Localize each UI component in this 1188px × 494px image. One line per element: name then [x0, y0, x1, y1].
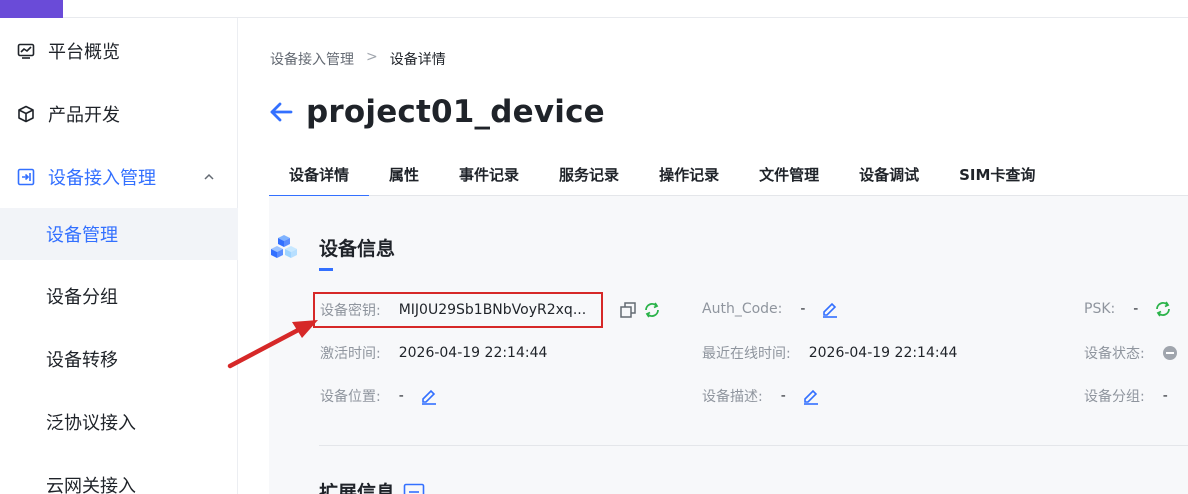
main-content: 设备接入管理 > 设备详情 project01_device 设备详情 属性 事… [239, 18, 1188, 494]
refresh-icon[interactable] [643, 301, 661, 319]
expand-icon[interactable] [403, 483, 425, 494]
section-underline [319, 268, 333, 271]
activation-time-label: 激活时间: [320, 346, 381, 362]
field-last-online: 最近在线时间: 2026-04-19 22:14:44 [702, 343, 957, 363]
field-auth-code: Auth_Code: - [702, 300, 839, 318]
copy-icon[interactable] [619, 301, 637, 319]
device-info-panel: 设备信息 设备密钥: MIJ0U29Sb1BNbVoyR2xq... Auth_… [269, 196, 1188, 494]
field-psk: PSK: - [1084, 300, 1172, 318]
tab-service-records[interactable]: 服务记录 [539, 156, 639, 196]
sidebar-subitem-label: 设备管理 [46, 225, 118, 246]
sidebar-subitem-label: 设备转移 [46, 350, 118, 371]
auth-code-label: Auth_Code: [702, 301, 783, 317]
status-offline-icon [1162, 346, 1177, 360]
section-divider [319, 445, 1188, 446]
sidebar-subitem-cloud-gateway[interactable]: 云网关接入 [0, 459, 238, 494]
sidebar-item-label: 设备接入管理 [48, 168, 156, 189]
field-device-status: 设备状态: [1084, 343, 1177, 363]
breadcrumb: 设备接入管理 > 设备详情 [270, 49, 446, 69]
device-group-value: - [1162, 388, 1168, 404]
sidebar-item-label: 平台概览 [48, 42, 120, 63]
sidebar: 平台概览 产品开发 设备接入管理 设备管理 设备分组 设备转移 泛协议接入 云网… [0, 18, 238, 494]
ext-info-title-text: 扩展信息 [319, 482, 396, 494]
device-description-value: - [780, 388, 786, 404]
tab-operation-records[interactable]: 操作记录 [639, 156, 739, 196]
page-title: project01_device [306, 94, 605, 130]
device-secret-label: 设备密钥: [320, 303, 381, 319]
last-online-value: 2026-04-19 22:14:44 [808, 345, 958, 361]
section-title-ext-info: 扩展信息 [319, 478, 425, 494]
edit-icon[interactable] [802, 387, 820, 405]
sidebar-subitem-generic-protocol[interactable]: 泛协议接入 [0, 396, 238, 448]
psk-label: PSK: [1084, 301, 1116, 317]
chart-line-icon [16, 41, 36, 61]
edit-icon[interactable] [821, 300, 839, 318]
device-group-label: 设备分组: [1084, 389, 1145, 405]
sidebar-subitem-device-transfer[interactable]: 设备转移 [0, 333, 238, 385]
field-activation-time: 激活时间: 2026-04-19 22:14:44 [320, 343, 547, 363]
edit-icon[interactable] [420, 387, 438, 405]
breadcrumb-parent[interactable]: 设备接入管理 [270, 49, 354, 69]
device-secret-value: MIJ0U29Sb1BNbVoyR2xq... [398, 302, 587, 318]
sidebar-subitem-label: 云网关接入 [46, 476, 136, 494]
sidebar-item-device-access[interactable]: 设备接入管理 [0, 151, 238, 203]
cubes-icon [269, 233, 299, 263]
back-arrow-icon[interactable] [268, 99, 294, 125]
field-device-location: 设备位置: - [320, 386, 438, 406]
refresh-icon[interactable] [1154, 300, 1172, 318]
field-device-group: 设备分组: - [1084, 386, 1168, 406]
field-device-description: 设备描述: - [702, 386, 820, 406]
auth-code-value: - [800, 301, 806, 317]
brand-logo-block[interactable] [0, 0, 63, 18]
title-row: project01_device [268, 94, 605, 130]
activation-time-value: 2026-04-19 22:14:44 [398, 345, 548, 361]
device-access-icon [16, 167, 36, 187]
tab-device-debug[interactable]: 设备调试 [839, 156, 939, 196]
sidebar-item-overview[interactable]: 平台概览 [0, 25, 238, 77]
last-online-label: 最近在线时间: [702, 346, 791, 362]
psk-value: - [1133, 301, 1139, 317]
breadcrumb-current: 设备详情 [389, 52, 446, 68]
device-status-label: 设备状态: [1084, 346, 1145, 362]
tab-sim-query[interactable]: SIM卡查询 [939, 156, 1055, 196]
tab-properties[interactable]: 属性 [369, 156, 439, 196]
field-device-secret: 设备密钥: MIJ0U29Sb1BNbVoyR2xq... [320, 300, 586, 320]
sidebar-subitem-label: 泛协议接入 [46, 413, 136, 434]
tab-file-management[interactable]: 文件管理 [739, 156, 839, 196]
cube-icon [16, 104, 36, 124]
tab-bar: 设备详情 属性 事件记录 服务记录 操作记录 文件管理 设备调试 SIM卡查询 [269, 156, 1188, 197]
chevron-up-icon[interactable] [202, 168, 216, 189]
section-title-device-info: 设备信息 [319, 238, 396, 260]
device-location-label: 设备位置: [320, 389, 381, 405]
sidebar-subitem-device-management[interactable]: 设备管理 [0, 208, 238, 260]
breadcrumb-separator: > [366, 49, 378, 65]
sidebar-item-label: 产品开发 [48, 105, 120, 126]
annotation-arrow-icon [227, 320, 318, 369]
device-location-value: - [398, 388, 404, 404]
tab-device-details[interactable]: 设备详情 [269, 156, 370, 197]
device-description-label: 设备描述: [702, 389, 763, 405]
sidebar-item-product-dev[interactable]: 产品开发 [0, 88, 238, 140]
top-bar [0, 0, 1188, 18]
sidebar-subitem-device-group[interactable]: 设备分组 [0, 270, 238, 322]
sidebar-subitem-label: 设备分组 [46, 287, 118, 308]
tab-event-records[interactable]: 事件记录 [439, 156, 539, 196]
